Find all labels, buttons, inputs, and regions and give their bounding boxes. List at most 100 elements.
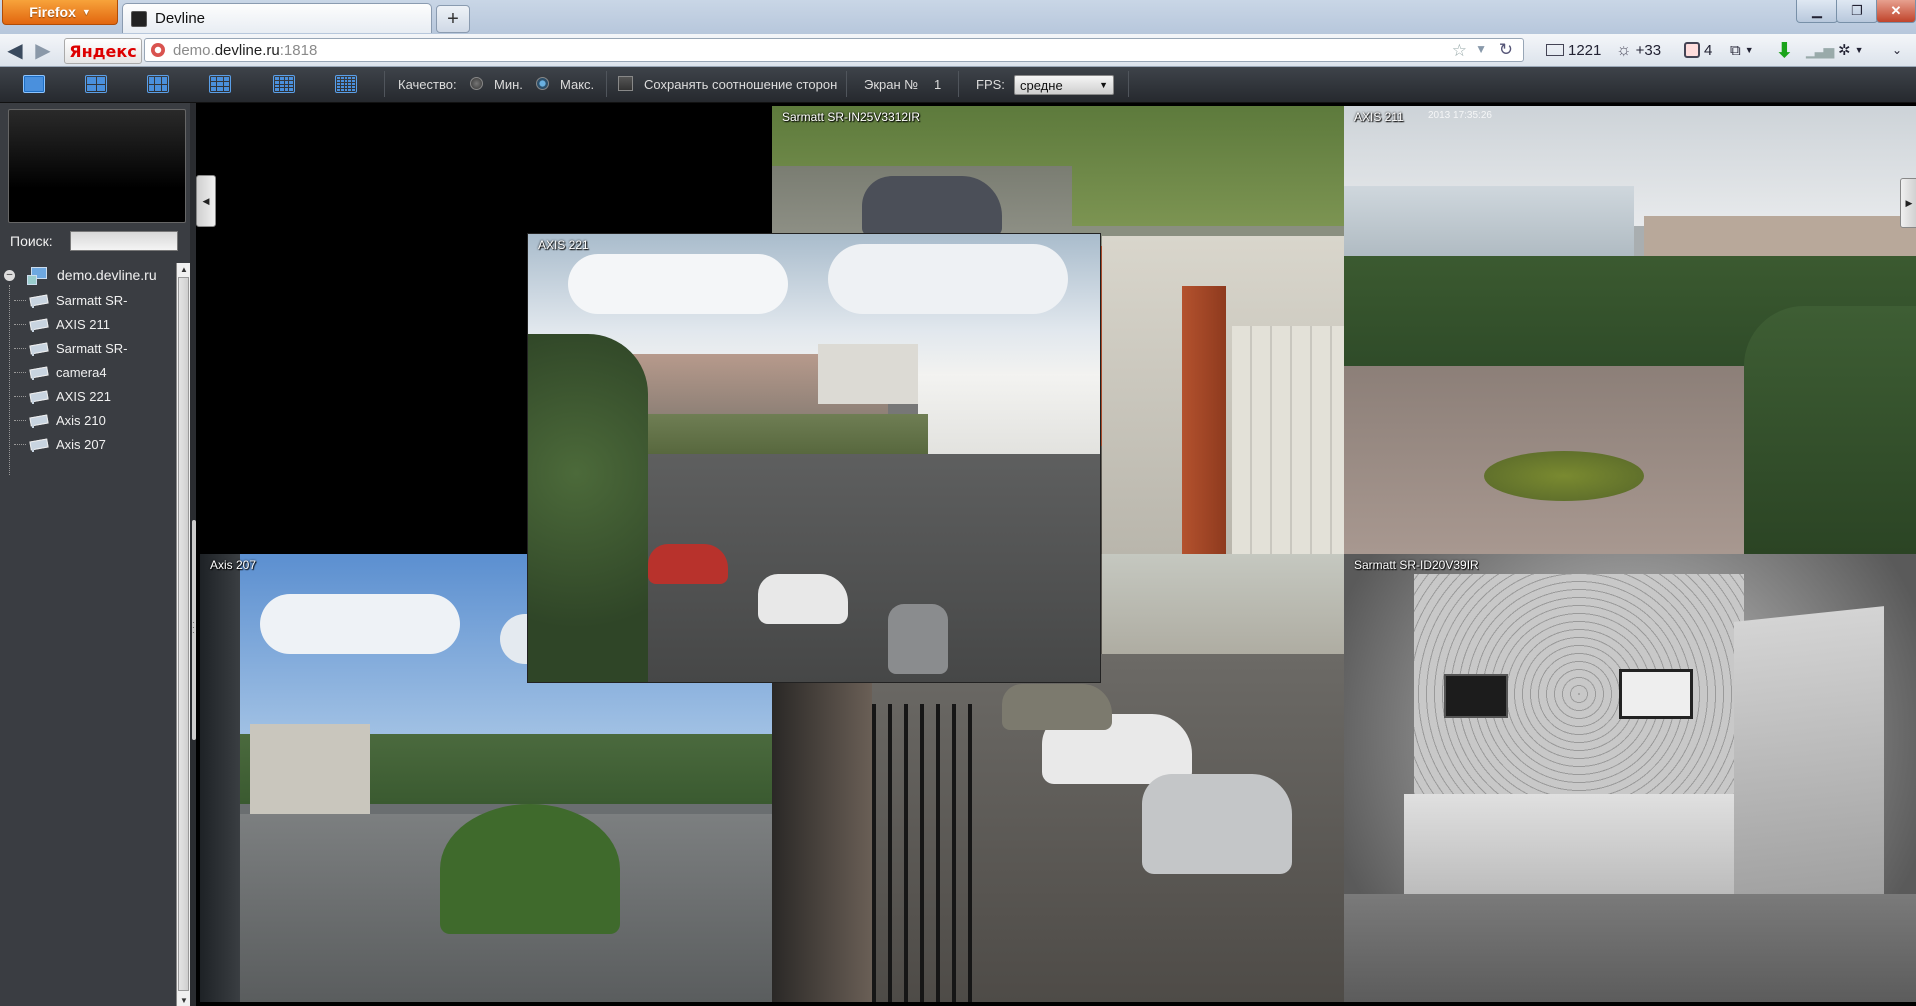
- layout-3x2-button[interactable]: [136, 71, 180, 97]
- camera-label: Sarmatt SR-ID20V39IR: [1354, 558, 1479, 572]
- camera-icon: [28, 318, 49, 332]
- weather-extension[interactable]: ☼ +33: [1616, 40, 1661, 60]
- camera-label: AXIS 211: [1354, 110, 1404, 124]
- quality-min-radio[interactable]: [470, 77, 483, 90]
- minimize-button[interactable]: ▁: [1796, 0, 1838, 23]
- mail-icon: [1546, 44, 1564, 56]
- expand-panel-button[interactable]: ▶: [1900, 178, 1916, 228]
- tree-camera-label: Sarmatt SR-: [56, 293, 128, 308]
- layout-5x5-button[interactable]: [324, 71, 368, 97]
- tree-scrollbar[interactable]: ▲ ▼: [176, 263, 191, 1006]
- chevron-right-icon: ▶: [1905, 197, 1913, 208]
- chevron-down-icon: ▼: [1099, 80, 1108, 90]
- tree-camera-item[interactable]: Axis 210: [14, 413, 106, 428]
- grid-16-icon: [273, 75, 295, 93]
- grid-25-icon: [335, 75, 357, 93]
- layout-3x3-button[interactable]: [198, 71, 242, 97]
- url-port: :1818: [279, 41, 318, 59]
- new-tab-button[interactable]: +: [436, 5, 470, 33]
- scroll-up-icon[interactable]: ▲: [177, 263, 191, 275]
- close-window-button[interactable]: ✕: [1876, 0, 1916, 23]
- bookmark-star-icon[interactable]: ☆: [1452, 41, 1467, 61]
- tree-camera-label: AXIS 211: [56, 317, 110, 332]
- tree-camera-item[interactable]: AXIS 211: [14, 317, 110, 332]
- download-arrow-icon: ⬇: [1776, 39, 1793, 62]
- back-button[interactable]: ◀: [2, 38, 28, 62]
- screen-number[interactable]: 1: [934, 77, 941, 92]
- quality-label: Качество:: [398, 77, 457, 92]
- url-bar[interactable]: demo. devline.ru:1818 ☆ ▼ ↻: [144, 38, 1524, 62]
- camera-view-axis-221-enlarged[interactable]: AXIS 221: [528, 234, 1100, 682]
- url-host: devline.ru: [214, 41, 280, 59]
- toolbar-divider: [1128, 71, 1129, 97]
- collapse-sidebar-button[interactable]: ◀: [196, 175, 216, 227]
- camera-icon: [28, 414, 49, 428]
- search-input[interactable]: [70, 231, 178, 251]
- tree-camera-label: camera4: [56, 365, 107, 380]
- navigation-bar: ◀ ▶ Яндекс demo. devline.ru:1818 ☆ ▼ ↻ 12…: [0, 34, 1916, 67]
- arrow-left-icon: ◀: [7, 39, 23, 62]
- download-button[interactable]: ⬇: [1776, 39, 1793, 62]
- url-prefix: demo.: [173, 41, 215, 59]
- mail-count: 1221: [1568, 41, 1602, 59]
- tools-icon: ✲: [1838, 42, 1851, 59]
- fps-select[interactable]: средне ▼: [1014, 75, 1114, 95]
- tree-camera-item[interactable]: camera4: [14, 365, 107, 380]
- chevron-down-icon: ⌄: [1892, 43, 1903, 57]
- layout-1x1-button[interactable]: [12, 71, 56, 97]
- tree-camera-label: Axis 207: [56, 437, 106, 452]
- camera-icon: [28, 342, 49, 356]
- layout-4x4-button[interactable]: [262, 71, 306, 97]
- keep-aspect-checkbox[interactable]: [618, 76, 633, 91]
- chevron-left-icon: ◀: [202, 195, 210, 206]
- yandex-button[interactable]: Яндекс: [64, 38, 142, 64]
- firefox-menu-button[interactable]: Firefox ▼: [2, 0, 118, 25]
- grid-4-icon: [85, 75, 107, 93]
- tree-camera-label: AXIS 221: [56, 389, 111, 404]
- browser-tab[interactable]: Devline: [122, 3, 432, 33]
- sun-icon: ☼: [1616, 40, 1632, 59]
- notes-extension[interactable]: 4: [1684, 40, 1712, 60]
- mail-extension[interactable]: 1221: [1546, 40, 1601, 60]
- arrow-right-icon: ▶: [35, 39, 51, 62]
- history-dropdown-icon[interactable]: ▼: [1475, 42, 1487, 56]
- layout-2x2-button[interactable]: [74, 71, 118, 97]
- tree-camera-item[interactable]: Sarmatt SR-: [14, 341, 128, 356]
- quality-max-radio[interactable]: [536, 77, 549, 90]
- tab-favicon-icon: [131, 10, 147, 27]
- screen-label: Экран №: [864, 77, 919, 92]
- tree-camera-item[interactable]: Sarmatt SR-: [14, 293, 128, 308]
- tree-camera-item[interactable]: AXIS 221: [14, 389, 111, 404]
- signal-extension[interactable]: ▁▃▅: [1806, 40, 1834, 60]
- camera-preview: [8, 109, 186, 223]
- overflow-button[interactable]: ⌄: [1892, 40, 1902, 60]
- restore-button[interactable]: ❐: [1836, 0, 1878, 23]
- camera-view-axis-211[interactable]: AXIS 211 2013 17:35:26: [1344, 106, 1916, 554]
- tree-camera-item[interactable]: Axis 207: [14, 437, 106, 452]
- camera-label: AXIS 221: [538, 238, 589, 252]
- forward-button[interactable]: ▶: [30, 38, 56, 62]
- scroll-down-icon[interactable]: ▼: [177, 994, 191, 1006]
- addons-button[interactable]: ⧉ ▼: [1730, 40, 1754, 60]
- tree-connector: [9, 285, 11, 475]
- notes-count: 4: [1704, 41, 1713, 59]
- tools-button[interactable]: ✲ ▼: [1838, 40, 1864, 60]
- fps-label: FPS:: [976, 77, 1005, 92]
- puzzle-icon: ⧉: [1730, 41, 1741, 59]
- camera-label: Axis 207: [210, 558, 257, 572]
- camera-icon: [28, 294, 49, 308]
- quality-max-label: Макс.: [560, 77, 595, 92]
- tree-server-node[interactable]: – demo.devline.ru: [4, 267, 157, 285]
- site-identity-icon[interactable]: [151, 43, 165, 57]
- chevron-down-icon: ▼: [1854, 45, 1864, 55]
- camera-view-sarmatt-id20[interactable]: Sarmatt SR-ID20V39IR: [1344, 554, 1916, 1002]
- scrollbar-thumb[interactable]: [178, 277, 189, 991]
- reload-icon[interactable]: ↻: [1499, 40, 1513, 60]
- toolbar-divider: [384, 71, 385, 97]
- weather-temp: +33: [1635, 41, 1662, 59]
- signal-bars-icon: ▁▃▅: [1806, 41, 1834, 58]
- grid-9-icon: [209, 75, 231, 93]
- collapse-icon[interactable]: –: [4, 269, 15, 281]
- server-icon: [27, 267, 47, 285]
- grid-1-icon: [23, 75, 45, 93]
